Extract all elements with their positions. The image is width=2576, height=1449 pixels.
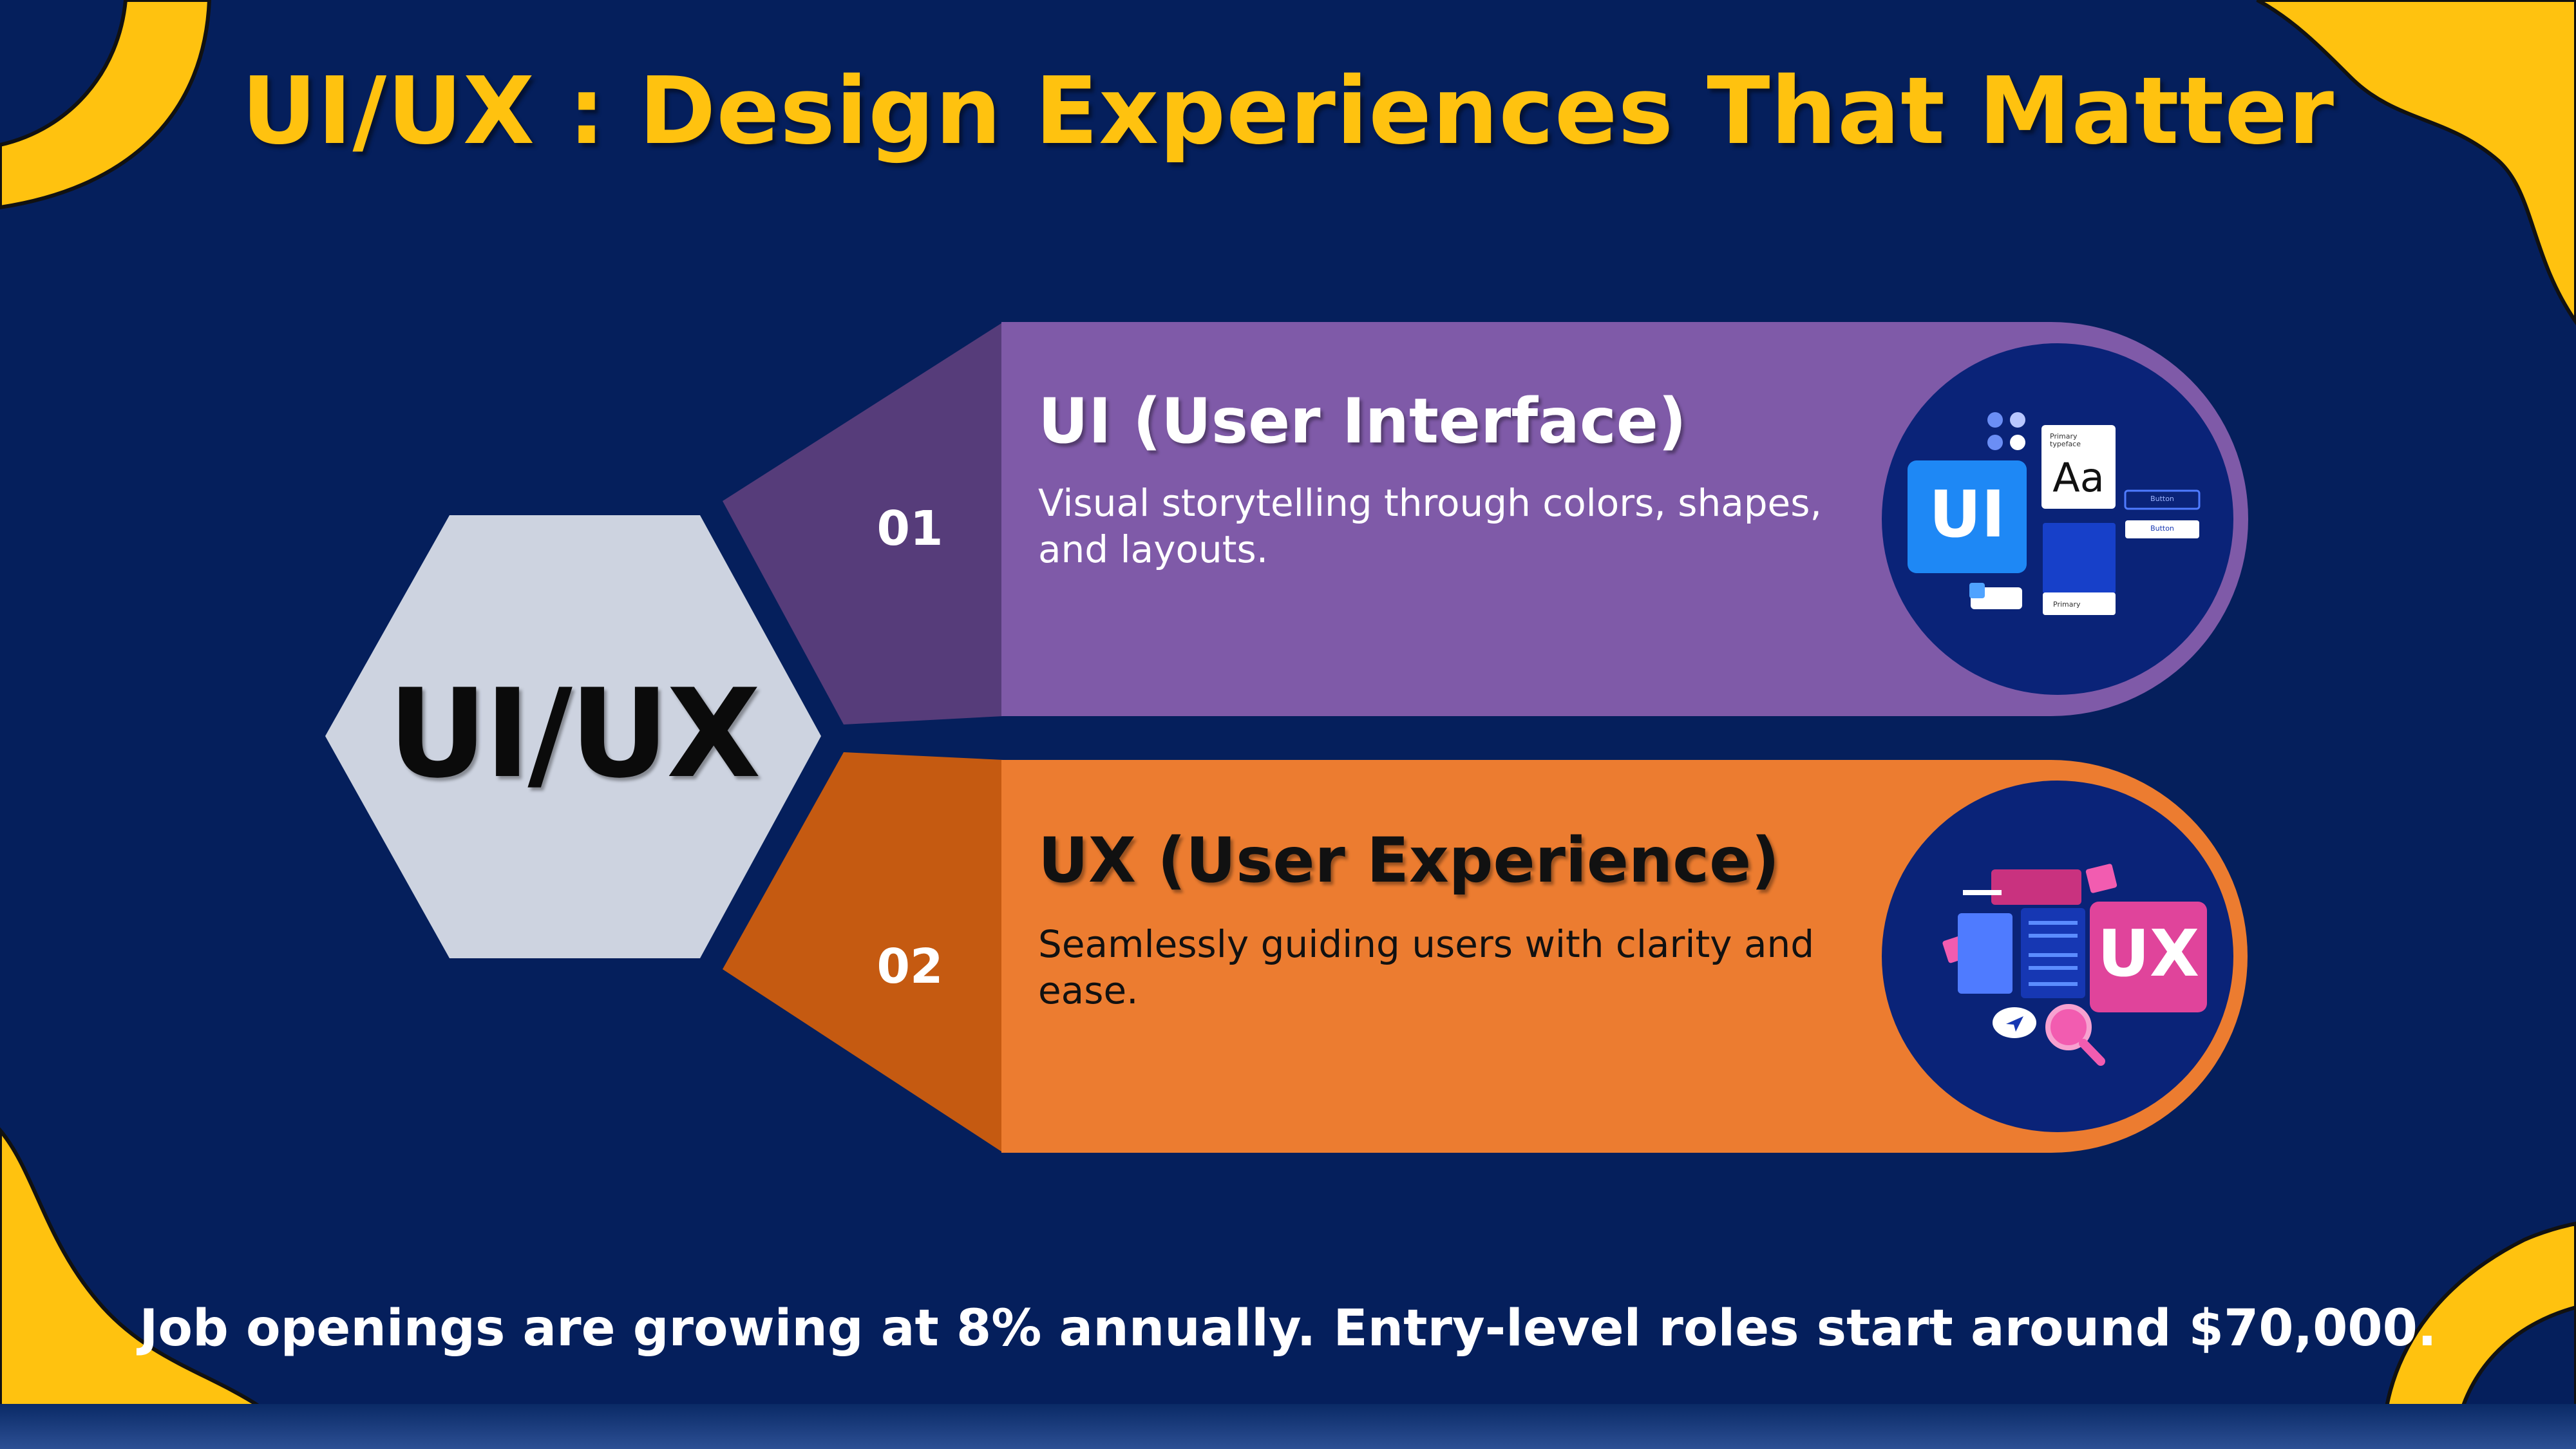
ui-card-description: Visual storytelling through colors, shap… [1038,481,1822,571]
toolbar-chip [1969,583,1985,598]
dot-icon [2010,412,2025,428]
slider-line [1963,890,2002,895]
list-line [2029,953,2078,957]
center-label: UI/UX [388,663,761,805]
list-line [2029,934,2078,938]
ux-card-description: Seamlessly guiding users with clarity an… [1038,922,1815,1012]
dot-icon [2010,435,2025,450]
media-bar [1991,869,2081,905]
button-solid-label: Button [2150,524,2174,533]
wireframe-panel [1958,913,2012,994]
typeface-sample: Aa [2052,454,2105,501]
swatch-caption: Primary [2053,600,2081,609]
ui-badge-text: UI [1929,477,2005,552]
ui-card-title: UI (User Interface) [1038,385,1687,457]
ux-card-title: UX (User Experience) [1038,824,1780,896]
footer-band [0,1404,2576,1449]
button-outline-label: Button [2150,495,2174,503]
footer-statistic: Job openings are growing at 8% annually.… [139,1300,2437,1358]
dot-icon [1987,412,2003,428]
ux-card-number: 02 [876,939,943,994]
list-line [2029,966,2078,970]
list-line [2029,982,2078,986]
typeface-caption: Primary typeface [2050,432,2081,448]
ui-card-number: 01 [876,501,943,556]
primary-swatch [2043,523,2116,594]
list-line [2029,921,2078,925]
ux-badge-text: UX [2097,916,2200,991]
dot-icon [1987,435,2003,450]
